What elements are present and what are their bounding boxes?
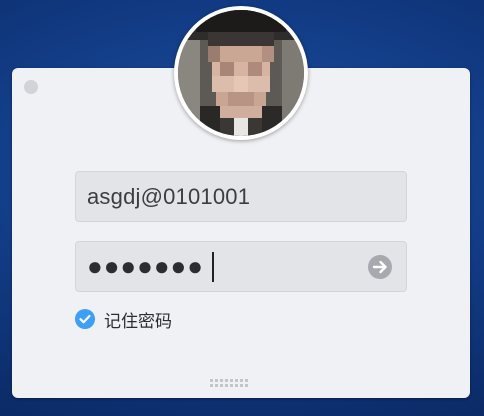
remember-password-option[interactable]: 记住密码 (75, 308, 172, 332)
password-mask: ●●●●●●● (87, 251, 204, 281)
remember-checkbox[interactable] (75, 309, 95, 329)
avatar[interactable] (174, 6, 308, 140)
login-submit-button[interactable] (368, 255, 392, 279)
password-field[interactable]: ●●●●●●● (75, 241, 407, 292)
username-value: asgdj@0101001 (87, 184, 251, 209)
text-caret (212, 252, 214, 282)
avatar-image (178, 10, 304, 136)
remember-label: 记住密码 (104, 311, 172, 332)
checkmark-icon (79, 314, 91, 324)
close-icon[interactable] (24, 80, 38, 94)
arrow-right-icon (372, 260, 387, 274)
expand-keypad-icon[interactable] (210, 376, 252, 394)
username-field[interactable]: asgdj@0101001 (75, 171, 407, 222)
